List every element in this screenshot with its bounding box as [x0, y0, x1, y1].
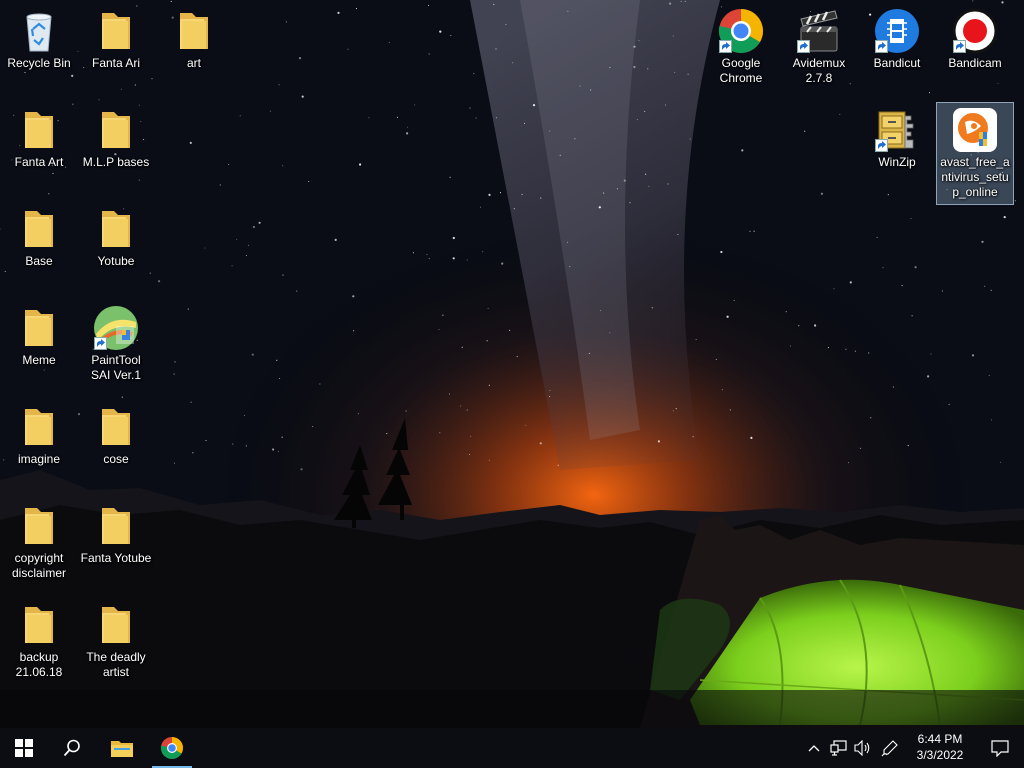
desktop-icon-label: Recycle Bin	[7, 56, 71, 70]
desktop-icon-label: Yotube	[97, 254, 135, 268]
taskbar-chrome[interactable]	[148, 728, 196, 768]
desktop-icon-google-chrome[interactable]: Google Chrome	[703, 4, 779, 90]
folder-icon	[92, 502, 140, 550]
start-button[interactable]	[0, 728, 48, 768]
desktop-icon-label: Meme	[22, 353, 56, 367]
bandicam-record-icon	[951, 7, 999, 55]
tray-volume[interactable]	[852, 728, 874, 768]
desktop-icon-avast-free-antivirus-setup-online[interactable]: avast_free_antivirus_setup_online	[936, 102, 1014, 205]
desktop-icon-copyright-disclaimer[interactable]: copyright disclaimer	[1, 499, 77, 585]
desktop-icon-fanta-art[interactable]: Fanta Art	[1, 103, 77, 174]
folder-icon	[92, 106, 140, 154]
desktop-icon-label: M.L.P bases	[82, 155, 150, 169]
folder-icon	[170, 7, 218, 55]
desktop-icon-label: Base	[25, 254, 53, 268]
bandicut-film-icon	[873, 7, 921, 55]
folder-icon	[15, 502, 63, 550]
taskbar-file-explorer[interactable]	[98, 728, 146, 768]
folder-icon	[92, 403, 140, 451]
folder-icon	[92, 205, 140, 253]
windows-start-icon	[15, 739, 33, 757]
desktop-icon-label: Fanta Art	[14, 155, 64, 169]
desktop-icon-m-l-p-bases[interactable]: M.L.P bases	[78, 103, 154, 174]
desktop-icon-label: imagine	[17, 452, 61, 466]
painttool-sai-icon	[92, 304, 140, 352]
desktop-icon-art[interactable]: art	[156, 4, 232, 75]
chrome-icon	[717, 7, 765, 55]
shortcut-arrow-icon	[875, 139, 888, 152]
desktop-icon-painttool-sai-ver-1[interactable]: PaintTool SAI Ver.1	[78, 301, 154, 387]
desktop-icon-label: cose	[103, 452, 129, 466]
tray-network[interactable]	[828, 728, 850, 768]
folder-icon	[92, 601, 140, 649]
folder-icon	[15, 205, 63, 253]
folder-icon	[15, 601, 63, 649]
shortcut-arrow-icon	[953, 40, 966, 53]
pen-ink-icon	[881, 740, 898, 757]
desktop-icon-label: WinZip	[878, 155, 916, 169]
folder-icon	[92, 7, 140, 55]
desktop-icon-yotube[interactable]: Yotube	[78, 202, 154, 273]
desktop-icon-fanta-yotube[interactable]: Fanta Yotube	[78, 499, 154, 570]
desktop-icon-bandicam[interactable]: Bandicam	[937, 4, 1013, 75]
chevron-up-icon	[808, 745, 820, 752]
chrome-icon	[160, 736, 183, 759]
desktop-icon-imagine[interactable]: imagine	[1, 400, 77, 471]
desktop-icon-label: avast_free_antivirus_setup_online	[940, 155, 1010, 199]
desktop-icon-label: Bandicut	[873, 56, 921, 70]
desktop-icon-label: Fanta Ari	[91, 56, 141, 70]
shortcut-arrow-icon	[875, 40, 888, 53]
network-icon	[830, 740, 847, 756]
folder-icon	[15, 403, 63, 451]
desktop-icon-label: copyright disclaimer	[11, 551, 66, 580]
avidemux-clapperboard-icon	[795, 7, 843, 55]
recycle-bin-icon	[15, 7, 63, 55]
tray-windows-ink[interactable]	[878, 728, 902, 768]
folder-icon	[15, 106, 63, 154]
desktop-icon-cose[interactable]: cose	[78, 400, 154, 471]
shortcut-arrow-icon	[719, 40, 732, 53]
desktop-icon-bandicut[interactable]: Bandicut	[859, 4, 935, 75]
clock-date: 3/3/2022	[916, 748, 964, 762]
action-center-icon	[991, 739, 1009, 757]
desktop-icon-label: PaintTool SAI Ver.1	[90, 353, 142, 382]
tray-show-hidden[interactable]	[804, 728, 824, 768]
action-center-button[interactable]	[976, 728, 1024, 768]
folder-icon	[15, 304, 63, 352]
shortcut-arrow-icon	[797, 40, 810, 53]
desktop-icon-label: Fanta Yotube	[80, 551, 152, 565]
desktop-icon-label: Bandicam	[948, 56, 1002, 70]
taskbar-clock[interactable]: 6:44 PM 3/3/2022	[906, 731, 974, 763]
shortcut-arrow-icon	[94, 337, 107, 350]
desktop-icon-base[interactable]: Base	[1, 202, 77, 273]
desktop-icon-the-deadly-artist[interactable]: The deadly artist	[78, 598, 154, 684]
volume-icon	[854, 740, 870, 756]
desktop-icon-label: art	[186, 56, 201, 70]
taskbar: 6:44 PM 3/3/2022	[0, 728, 1024, 768]
avast-installer-icon	[951, 106, 999, 154]
desktop-icon-label: The deadly artist	[86, 650, 146, 679]
search-button[interactable]	[48, 728, 96, 768]
file-explorer-icon	[111, 741, 133, 757]
desktop-icon-avidemux-2-7-8[interactable]: Avidemux 2.7.8	[781, 4, 857, 90]
clock-time: 6:44 PM	[917, 732, 963, 746]
search-icon	[63, 739, 80, 757]
desktop-icon-fanta-ari[interactable]: Fanta Ari	[78, 4, 154, 75]
desktop-icon-meme[interactable]: Meme	[1, 301, 77, 372]
desktop-icon-label: Avidemux 2.7.8	[792, 56, 846, 85]
desktop-icon-label: backup 21.06.18	[15, 650, 63, 679]
desktop-icon-label: Google Chrome	[719, 56, 763, 85]
desktop-icon-backup-21-06-18[interactable]: backup 21.06.18	[1, 598, 77, 684]
desktop-icon-winzip[interactable]: WinZip	[859, 103, 935, 174]
desktop-icon-recycle-bin[interactable]: Recycle Bin	[1, 4, 77, 75]
winzip-cabinet-icon	[873, 106, 921, 154]
